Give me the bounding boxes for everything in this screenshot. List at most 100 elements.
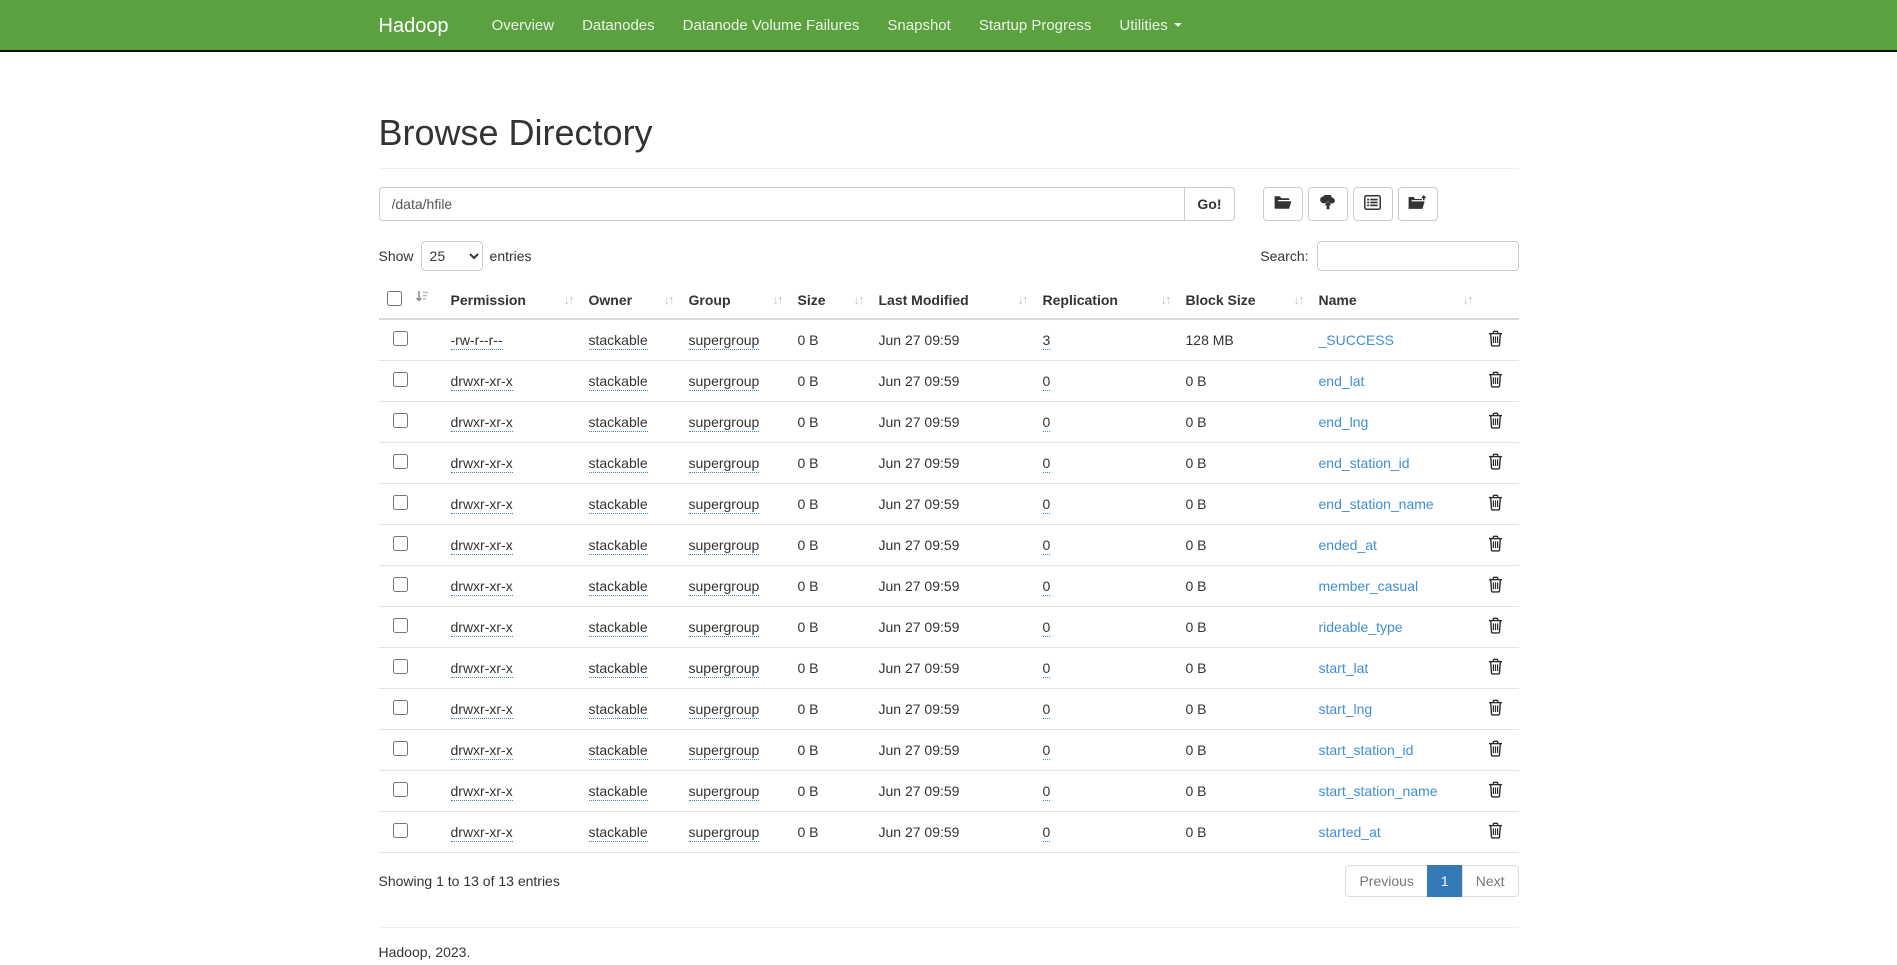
permission-value[interactable]: drwxr-xr-x	[451, 455, 513, 473]
owner-value[interactable]: stackable	[589, 660, 648, 678]
replication-value[interactable]: 0	[1043, 455, 1051, 473]
group-value[interactable]: supergroup	[689, 373, 760, 391]
file-link[interactable]: end_station_name	[1319, 496, 1434, 512]
owner-value[interactable]: stackable	[589, 496, 648, 514]
column-header[interactable]: Owner	[581, 281, 681, 319]
permission-value[interactable]: drwxr-xr-x	[451, 660, 513, 678]
file-link[interactable]: _SUCCESS	[1319, 332, 1394, 348]
row-checkbox[interactable]	[393, 700, 408, 715]
column-header[interactable]: Size	[790, 281, 871, 319]
group-value[interactable]: supergroup	[689, 701, 760, 719]
replication-value[interactable]: 0	[1043, 414, 1051, 432]
select-all-checkbox[interactable]	[387, 291, 402, 306]
file-link[interactable]: start_station_id	[1319, 742, 1414, 758]
replication-value[interactable]: 0	[1043, 742, 1051, 760]
navbar-link[interactable]: Overview	[478, 0, 569, 50]
delete-file-button[interactable]	[1488, 822, 1503, 842]
entries-per-page-select[interactable]: 25	[421, 241, 483, 271]
group-value[interactable]: supergroup	[689, 332, 760, 350]
file-link[interactable]: start_station_name	[1319, 783, 1438, 799]
file-link[interactable]: end_lat	[1319, 373, 1365, 389]
row-checkbox[interactable]	[393, 577, 408, 592]
group-value[interactable]: supergroup	[689, 824, 760, 842]
replication-value[interactable]: 0	[1043, 619, 1051, 637]
file-link[interactable]: rideable_type	[1319, 619, 1403, 635]
set-quota-button[interactable]	[1353, 187, 1393, 221]
permission-value[interactable]: drwxr-xr-x	[451, 373, 513, 391]
owner-value[interactable]: stackable	[589, 332, 648, 350]
file-link[interactable]: started_at	[1319, 824, 1381, 840]
replication-value[interactable]: 0	[1043, 373, 1051, 391]
row-checkbox[interactable]	[393, 331, 408, 346]
owner-value[interactable]: stackable	[589, 373, 648, 391]
group-value[interactable]: supergroup	[689, 783, 760, 801]
file-link[interactable]: end_lng	[1319, 414, 1369, 430]
owner-value[interactable]: stackable	[589, 742, 648, 760]
group-value[interactable]: supergroup	[689, 496, 760, 514]
navbar-link[interactable]: Datanodes	[568, 0, 669, 50]
row-checkbox[interactable]	[393, 413, 408, 428]
row-checkbox[interactable]	[393, 372, 408, 387]
delete-file-button[interactable]	[1488, 576, 1503, 596]
navbar-link[interactable]: Datanode Volume Failures	[669, 0, 874, 50]
file-link[interactable]: member_casual	[1319, 578, 1419, 594]
pagination-page-1[interactable]: 1	[1428, 865, 1463, 897]
replication-value[interactable]: 0	[1043, 496, 1051, 514]
column-header[interactable]: Block Size	[1178, 281, 1311, 319]
group-value[interactable]: supergroup	[689, 414, 760, 432]
permission-value[interactable]: drwxr-xr-x	[451, 783, 513, 801]
permission-value[interactable]: drwxr-xr-x	[451, 824, 513, 842]
row-checkbox[interactable]	[393, 618, 408, 633]
replication-value[interactable]: 0	[1043, 660, 1051, 678]
navbar-link[interactable]: Utilities	[1105, 0, 1195, 50]
column-header[interactable]: Group	[681, 281, 790, 319]
file-link[interactable]: start_lat	[1319, 660, 1369, 676]
replication-value[interactable]: 3	[1043, 332, 1051, 350]
permission-value[interactable]: drwxr-xr-x	[451, 496, 513, 514]
owner-value[interactable]: stackable	[589, 455, 648, 473]
file-link[interactable]: end_station_id	[1319, 455, 1410, 471]
replication-value[interactable]: 0	[1043, 578, 1051, 596]
permission-value[interactable]: drwxr-xr-x	[451, 578, 513, 596]
delete-file-button[interactable]	[1488, 494, 1503, 514]
owner-value[interactable]: stackable	[589, 414, 648, 432]
row-checkbox[interactable]	[393, 454, 408, 469]
owner-value[interactable]: stackable	[589, 619, 648, 637]
navbar-brand[interactable]: Hadoop	[379, 0, 464, 53]
owner-value[interactable]: stackable	[589, 578, 648, 596]
delete-file-button[interactable]	[1488, 535, 1503, 555]
delete-file-button[interactable]	[1488, 453, 1503, 473]
replication-value[interactable]: 0	[1043, 824, 1051, 842]
group-value[interactable]: supergroup	[689, 619, 760, 637]
owner-value[interactable]: stackable	[589, 824, 648, 842]
column-header[interactable]: Replication	[1035, 281, 1178, 319]
column-header[interactable]: Permission	[443, 281, 581, 319]
file-link[interactable]: start_lng	[1319, 701, 1373, 717]
delete-file-button[interactable]	[1488, 412, 1503, 432]
permission-value[interactable]: drwxr-xr-x	[451, 701, 513, 719]
row-checkbox[interactable]	[393, 536, 408, 551]
delete-file-button[interactable]	[1488, 330, 1503, 350]
permission-value[interactable]: drwxr-xr-x	[451, 537, 513, 555]
navbar-link[interactable]: Snapshot	[873, 0, 964, 50]
delete-file-button[interactable]	[1488, 781, 1503, 801]
table-search-input[interactable]	[1317, 241, 1519, 271]
row-checkbox[interactable]	[393, 741, 408, 756]
permission-value[interactable]: -rw-r--r--	[451, 332, 503, 350]
replication-value[interactable]: 0	[1043, 701, 1051, 719]
replication-value[interactable]: 0	[1043, 783, 1051, 801]
create-directory-button[interactable]	[1263, 187, 1303, 221]
group-value[interactable]: supergroup	[689, 455, 760, 473]
owner-value[interactable]: stackable	[589, 537, 648, 555]
pagination-previous[interactable]: Previous	[1345, 865, 1427, 897]
group-value[interactable]: supergroup	[689, 578, 760, 596]
delete-file-button[interactable]	[1488, 617, 1503, 637]
permission-value[interactable]: drwxr-xr-x	[451, 742, 513, 760]
group-value[interactable]: supergroup	[689, 742, 760, 760]
owner-value[interactable]: stackable	[589, 701, 648, 719]
delete-file-button[interactable]	[1488, 658, 1503, 678]
delete-file-button[interactable]	[1488, 740, 1503, 760]
delete-file-button[interactable]	[1488, 699, 1503, 719]
row-checkbox[interactable]	[393, 823, 408, 838]
row-checkbox[interactable]	[393, 495, 408, 510]
